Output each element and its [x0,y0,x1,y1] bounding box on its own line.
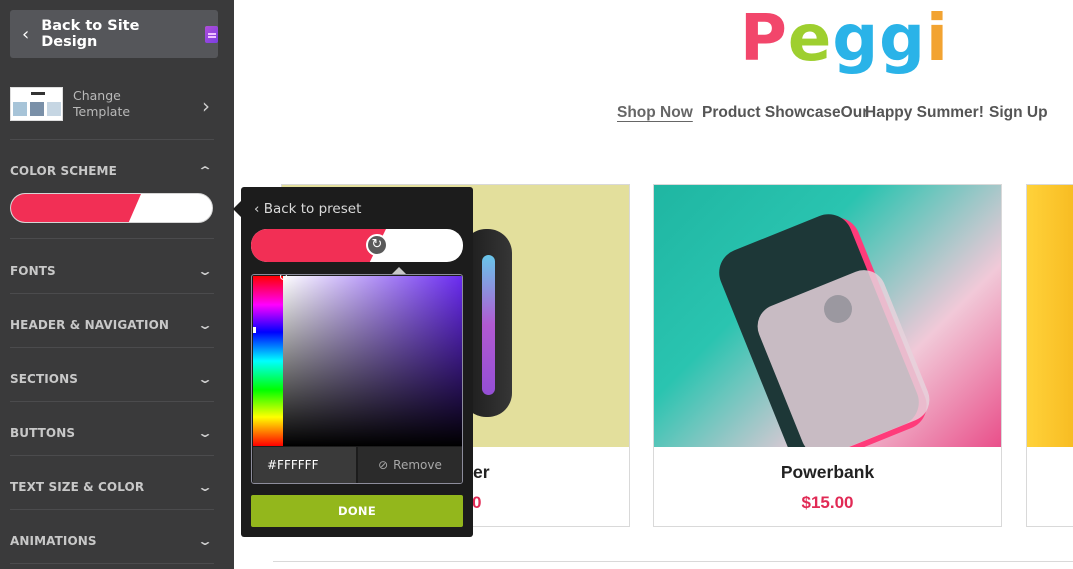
section-text-size-color[interactable]: TEXT SIZE & COLOR ⌄ [10,477,214,497]
hue-slider-handle[interactable] [253,327,256,333]
logo-letter: g [879,2,926,76]
back-to-preset-link[interactable]: ‹ Back to preset [254,201,361,217]
logo-letter: i [925,2,949,76]
chevron-down-icon: ⌄ [196,426,214,440]
change-template-label: Change Template [73,88,131,119]
remove-icon: ⊘ [378,458,389,472]
divider [10,293,214,294]
color-scheme-preview[interactable] [10,193,213,223]
divider [10,455,214,456]
product-price: $15.00 [801,493,854,512]
hue-slider[interactable] [253,276,283,446]
nav-shop-now[interactable]: Shop Now [617,104,693,122]
chevron-right-icon: › [202,94,210,118]
nav-sign-up[interactable]: Sign Up [989,104,1048,122]
section-divider [273,561,1073,562]
remove-color-button[interactable]: ⊘ Remove [358,447,462,483]
chevron-left-icon: ‹ [22,23,30,45]
document-icon [204,25,218,43]
divider [10,139,214,140]
product-image-partial [1027,185,1073,447]
template-thumbnail [10,87,63,121]
site-editor: ‹ Back to Site Design Change Template › … [0,0,1073,569]
saturation-value-area[interactable] [280,275,462,446]
chevron-up-icon: ⌃ [196,164,214,178]
design-sidebar: ‹ Back to Site Design Change Template › … [0,0,234,569]
product-name: Powerbank [780,462,875,482]
logo-letter: e [787,2,833,76]
logo-letter: g [832,2,880,76]
section-header-navigation-label: HEADER & NAVIGATION [10,318,170,332]
change-template-row[interactable]: Change Template › [0,70,234,138]
hex-color-input[interactable] [253,447,356,483]
back-to-site-design-button[interactable]: ‹ Back to Site Design [10,10,218,58]
picker-caret [392,267,406,274]
chevron-down-icon: ⌄ [196,480,214,494]
section-sections[interactable]: SECTIONS ⌄ [10,369,214,389]
color-picker: ⊘ Remove [251,274,463,484]
done-button[interactable]: DONE [251,495,463,527]
section-header-navigation[interactable]: HEADER & NAVIGATION ⌄ [10,315,214,335]
section-fonts[interactable]: FONTS ⌄ [10,261,214,281]
site-logo[interactable]: Peggi [740,2,949,76]
divider [10,401,214,402]
chevron-down-icon: ⌄ [196,264,214,278]
color-pair-bar[interactable] [251,229,463,262]
nav-happy-summer[interactable]: Happy Summer! [865,104,984,122]
apple-logo-icon [824,295,852,323]
divider [10,347,214,348]
section-buttons-label: BUTTONS [10,426,76,440]
logo-letter: P [740,2,788,76]
product-card-powerbank[interactable]: Powerbank $15.00 [653,184,1002,527]
section-sections-label: SECTIONS [10,372,78,386]
chevron-down-icon: ⌄ [196,372,214,386]
section-text-size-color-label: TEXT SIZE & COLOR [10,480,145,494]
back-to-site-design-label: Back to Site Design [41,18,140,50]
back-to-preset-label: Back to preset [263,201,362,217]
primary-color-swatch [11,194,141,222]
color-picker-popover: ‹ Back to preset ↻ ⊘ Remove DONE [241,187,473,537]
chevron-down-icon: ⌄ [196,318,214,332]
chevron-down-icon: ⌄ [196,534,214,548]
remove-label: Remove [393,458,442,472]
product-image-powerbank [654,185,1001,447]
color-scheme-label: COLOR SCHEME [10,164,117,178]
section-animations-label: ANIMATIONS [10,534,97,548]
color-selector-handle[interactable] [280,275,287,280]
section-animations[interactable]: ANIMATIONS ⌄ [10,531,214,551]
divider [10,563,214,564]
swap-colors-icon[interactable]: ↻ [366,234,388,256]
product-card-partial[interactable] [1026,184,1073,527]
color-scheme-header[interactable]: COLOR SCHEME ⌃ [10,161,214,181]
popover-caret [233,201,241,217]
divider [10,509,214,510]
section-buttons[interactable]: BUTTONS ⌄ [10,423,214,443]
chevron-left-icon: ‹ [254,201,260,217]
section-fonts-label: FONTS [10,264,56,278]
divider [10,238,214,239]
nav-product-showcase[interactable]: Product ShowcaseOur [702,104,868,122]
